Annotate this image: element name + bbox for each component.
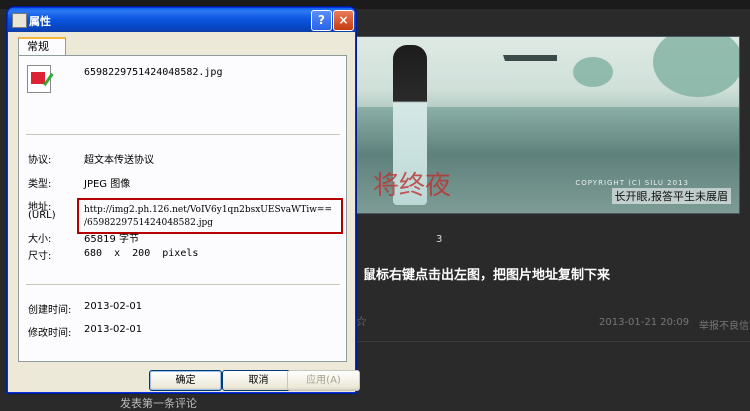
type-label: 类型: <box>28 179 52 190</box>
tab-general[interactable]: 常规 <box>18 37 66 55</box>
image-caption: 长开眼,报答平生未展眉 <box>611 188 731 204</box>
size-label: 大小: <box>28 234 52 245</box>
window-icon <box>12 13 27 28</box>
report-link[interactable]: 举报不良信 <box>699 317 749 332</box>
apply-button[interactable]: 应用(A) <box>287 370 360 391</box>
created-value: 2013-02-01 <box>84 301 143 312</box>
help-button[interactable]: ? <box>311 10 332 31</box>
divider <box>352 341 750 342</box>
separator <box>26 284 340 285</box>
protocol-label: 协议: <box>28 155 52 166</box>
cancel-button[interactable]: 取消 <box>222 370 295 391</box>
created-label: 创建时间: <box>28 305 72 316</box>
willow-tree <box>653 37 739 97</box>
dimensions-label: 尺寸: <box>28 251 52 262</box>
modified-label: 修改时间: <box>28 328 72 339</box>
protocol-value: 超文本传送协议 <box>84 155 154 166</box>
comment-link[interactable]: 发表第一条评论 <box>120 395 197 411</box>
separator <box>26 134 340 135</box>
image-file-icon <box>27 65 51 93</box>
page-number: 3 <box>436 234 443 245</box>
calligraphy-text: 将终夜 <box>373 171 452 201</box>
ok-button[interactable]: 确定 <box>149 370 222 391</box>
type-value: JPEG 图像 <box>84 179 131 190</box>
image-copyright: COPYRIGHT (C) SILU 2013 <box>575 179 689 187</box>
file-name: 6598229751424048582.jpg <box>84 67 223 78</box>
url-label: (URL) <box>28 210 56 221</box>
star-icon[interactable]: ☆ <box>355 314 368 330</box>
close-button[interactable]: × <box>333 10 354 31</box>
post-date: 2013-01-21 20:09 <box>599 317 690 328</box>
blog-image[interactable]: 将终夜 COPYRIGHT (C) SILU 2013 长开眼,报答平生未展眉 <box>352 36 740 214</box>
modified-value: 2013-02-01 <box>84 324 143 335</box>
properties-dialog: 属性 ? × 常规 6598229751424048582.jpg 协议: 超文… <box>7 7 360 393</box>
title-bar[interactable]: 属性 ? × <box>8 8 355 32</box>
pavilion <box>503 55 557 91</box>
dialog-title: 属性 <box>29 15 51 28</box>
highlight-box <box>77 198 343 234</box>
dimensions-value: 680 x 200 pixels <box>84 248 199 259</box>
tree <box>573 57 613 87</box>
size-value: 65819 字节 <box>84 234 139 245</box>
